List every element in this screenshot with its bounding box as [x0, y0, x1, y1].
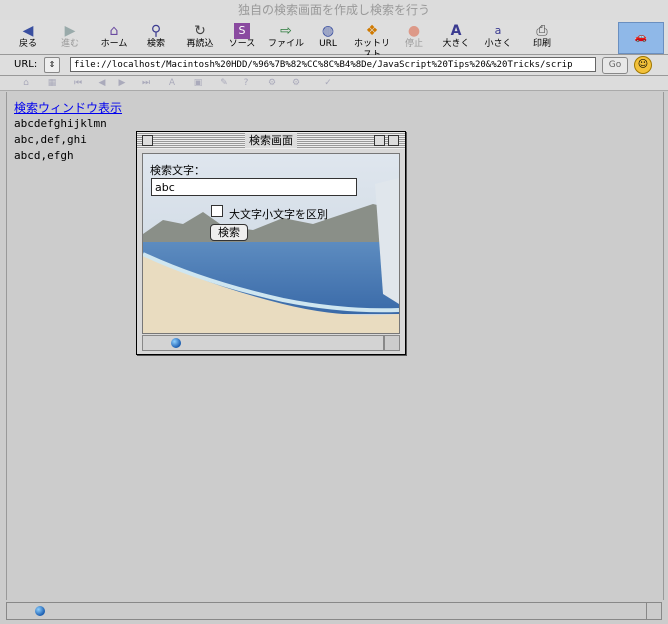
search-icon: ⚲: [150, 23, 162, 39]
search-submit-button[interactable]: 検索: [210, 224, 248, 241]
grid-small-icon[interactable]: ▦: [46, 77, 58, 89]
file-button[interactable]: ⇨ ファイル: [264, 22, 308, 52]
resize-grip[interactable]: [646, 602, 662, 620]
reload-icon: ↻: [194, 23, 206, 39]
show-search-window-link[interactable]: 検索ウィンドウ表示: [14, 101, 122, 115]
bigger-icon: A: [450, 23, 462, 39]
url-button[interactable]: ◍ URL: [306, 22, 350, 52]
popup-title: 検索画面: [245, 133, 297, 148]
popup-content: 検索文字： abc 大文字小文字を区別 検索: [142, 153, 400, 334]
bigger-button[interactable]: A 大きく: [434, 22, 478, 52]
prev-small-icon[interactable]: ◀: [96, 77, 108, 89]
source-icon: S: [234, 23, 250, 39]
forward-button[interactable]: ▶ 進む: [48, 22, 92, 52]
stop-icon: ●: [407, 23, 421, 39]
settings-small-icon[interactable]: ⚙: [266, 77, 278, 89]
case-sensitive-checkbox[interactable]: [211, 205, 223, 217]
url-history-stepper[interactable]: ⇕: [44, 57, 60, 73]
hotlist-button[interactable]: ❖ ホットリスト: [350, 22, 394, 60]
edit-small-icon[interactable]: ✎: [218, 77, 230, 89]
back-button[interactable]: ◀ 戻る: [6, 22, 50, 52]
search-button[interactable]: ⚲ 検索: [134, 22, 178, 52]
font-small-icon[interactable]: A: [166, 77, 178, 89]
go-button[interactable]: Go: [602, 57, 628, 74]
smaller-icon: a: [494, 24, 502, 37]
next-small-icon[interactable]: ▶: [116, 77, 128, 89]
options-small-icon[interactable]: ⚙: [290, 77, 302, 89]
search-label: 検索文字：: [150, 164, 205, 177]
zoom-box-icon[interactable]: [374, 135, 385, 146]
home-small-icon[interactable]: ⌂: [20, 77, 32, 89]
url-label: URL:: [14, 59, 38, 70]
case-sensitive-label: 大文字小文字を区別: [229, 208, 328, 221]
text-line: abcd,efgh: [14, 149, 74, 162]
check-small-icon[interactable]: ✓: [322, 77, 334, 89]
popup-status-bar: [142, 335, 384, 351]
window-title: 独自の検索画面を作成し検索を行う: [0, 0, 668, 20]
text-line: abcdefghijklmn: [14, 117, 107, 130]
search-popup-window: 検索画面 検索文字： abc 大文字小文字を区別 検索: [136, 131, 406, 355]
url-icon: ◍: [321, 23, 335, 39]
smiley-icon: ☺: [634, 56, 652, 74]
personal-toolbar: ⌂ ▦ ⏮ ◀ ▶ ⏭ A ▣ ✎ ? ⚙ ⚙ ✓: [0, 76, 668, 91]
popup-resize-grip[interactable]: [384, 335, 400, 351]
car-logo-icon: 🚗: [618, 22, 664, 54]
print-icon: ⎙: [536, 23, 548, 39]
home-button[interactable]: ⌂ ホーム: [92, 22, 136, 52]
hotlist-icon: ❖: [365, 23, 379, 39]
back-arrow-icon: ◀: [22, 23, 34, 39]
url-input[interactable]: file://localhost/Macintosh%20HDD/%96%7B%…: [70, 57, 596, 72]
toolbar: ◀ 戻る ▶ 進む ⌂ ホーム ⚲ 検索 ↻ 再読込 S ソース ⇨ ファイル …: [0, 20, 668, 60]
search-input[interactable]: abc: [151, 178, 357, 196]
help-small-icon[interactable]: ?: [240, 77, 252, 89]
collapse-box-icon[interactable]: [388, 135, 399, 146]
first-small-icon[interactable]: ⏮: [72, 77, 84, 89]
globe-icon: [171, 338, 181, 348]
image-small-icon[interactable]: ▣: [192, 77, 204, 89]
status-bar: [6, 602, 648, 620]
smaller-button[interactable]: a 小さく: [476, 22, 520, 52]
file-icon: ⇨: [280, 23, 292, 39]
text-line: abc,def,ghi: [14, 133, 87, 146]
print-button[interactable]: ⎙ 印刷: [520, 22, 564, 52]
url-bar: URL: ⇕ file://localhost/Macintosh%20HDD/…: [0, 55, 668, 76]
close-box-icon[interactable]: [142, 135, 153, 146]
globe-icon: [35, 606, 45, 616]
home-icon: ⌂: [109, 23, 119, 39]
popup-titlebar[interactable]: 検索画面: [137, 132, 405, 149]
source-button[interactable]: S ソース: [220, 22, 264, 52]
last-small-icon[interactable]: ⏭: [140, 77, 152, 89]
reload-button[interactable]: ↻ 再読込: [178, 22, 222, 52]
forward-arrow-icon: ▶: [64, 23, 76, 39]
stop-button[interactable]: ● 停止: [392, 22, 436, 52]
